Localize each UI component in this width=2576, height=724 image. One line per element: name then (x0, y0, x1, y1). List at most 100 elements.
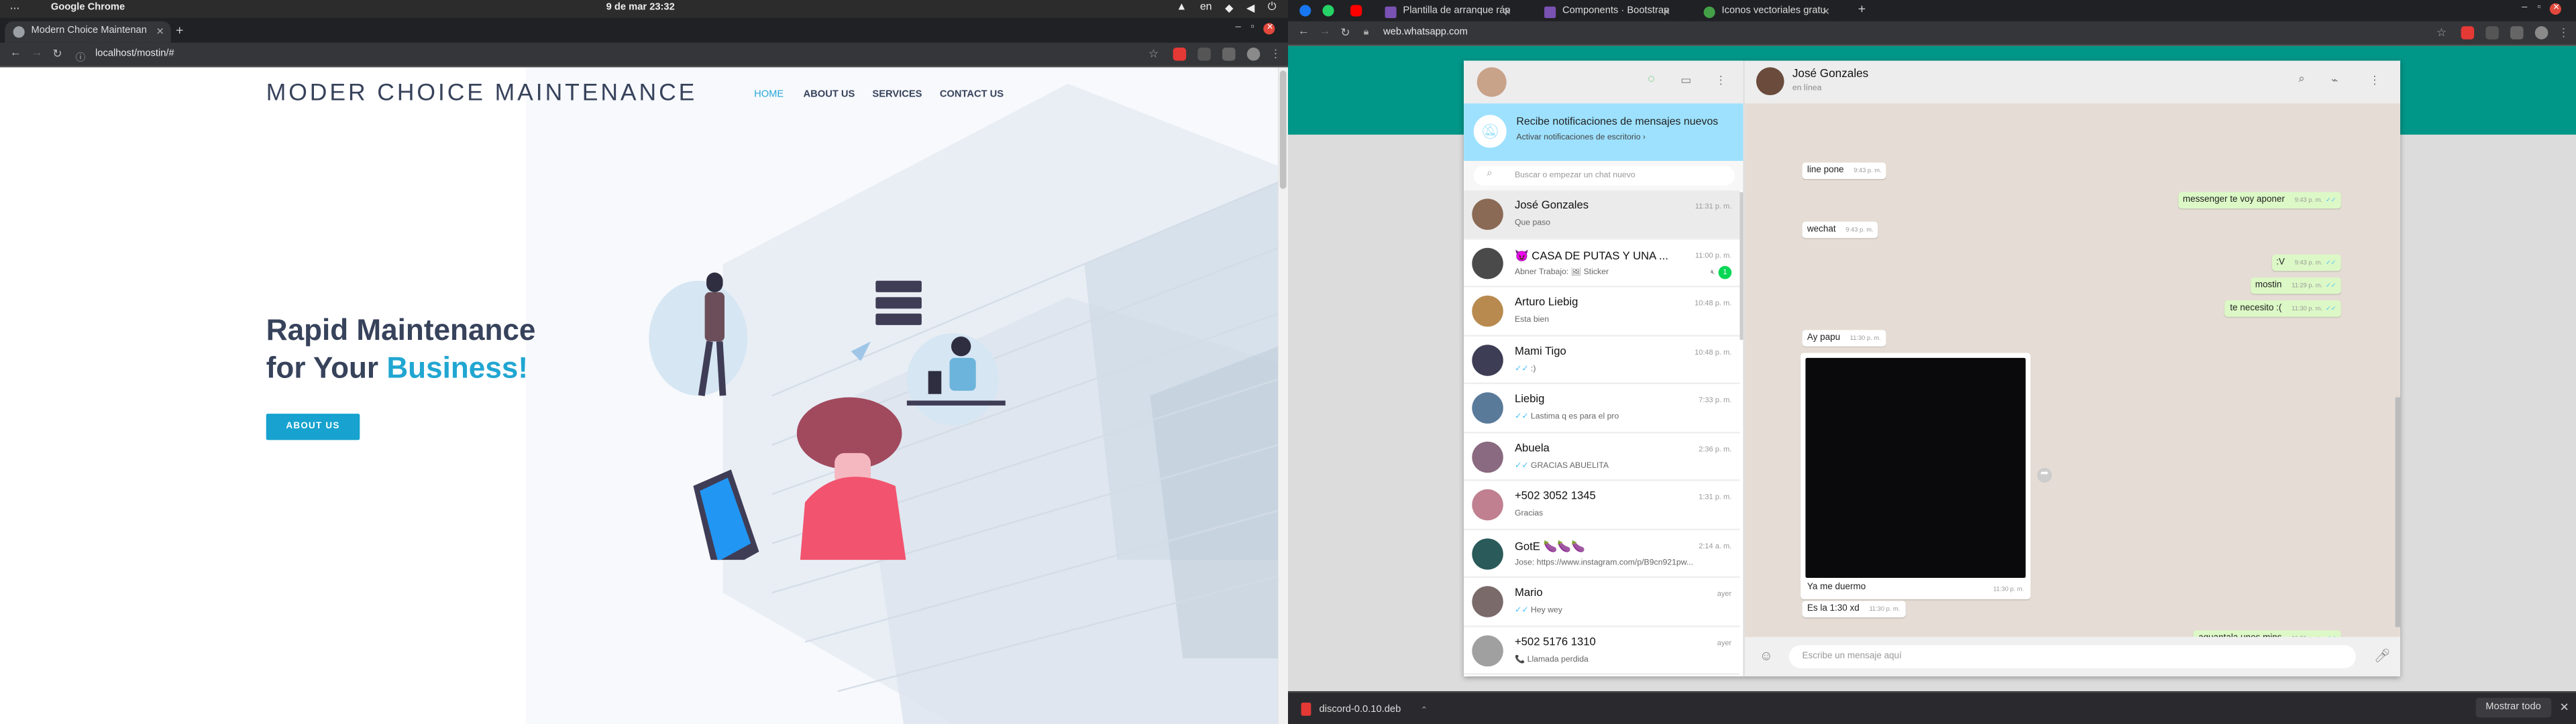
menu-dots-icon[interactable]: ⋮ (2369, 74, 2380, 87)
kebab-menu-icon[interactable]: ⋮ (1270, 48, 1281, 60)
power-icon[interactable]: ⏻ (1268, 1, 1277, 15)
incoming-message[interactable]: Ay papu 11:30 p. m. (1802, 330, 1886, 347)
conversation-header[interactable]: José Gonzales en línea ⌕ ⌁ ⋮ (1744, 60, 2400, 104)
close-tab-icon[interactable]: ✕ (1503, 7, 1511, 18)
minimize-icon[interactable]: – (2522, 3, 2527, 15)
chat-item[interactable]: +502 3052 1345 1:31 p. m. Gracias (1464, 481, 1740, 530)
chat-avatar[interactable] (1472, 247, 1503, 279)
chat-item[interactable]: José Gonzales 11:31 p. m. Que paso (1464, 190, 1740, 239)
chat-item[interactable]: GotE 🍆🍆🍆 2:14 a. m. Jose: https://www.inst… (1464, 529, 1740, 579)
url-text[interactable]: web.whatsapp.com (1383, 28, 1468, 38)
maximize-icon[interactable]: ▫ (2537, 3, 2540, 15)
contact-name[interactable]: José Gonzales (1792, 69, 1868, 80)
chat-avatar[interactable] (1472, 392, 1503, 424)
tab-iconos-vectoriales[interactable]: Iconos vectoriales gratu ✕ (1695, 1, 1837, 21)
menu-dots-icon[interactable]: ⋮ (1715, 74, 1727, 87)
close-tab-icon[interactable]: ✕ (1662, 7, 1670, 18)
extension-icon-3[interactable] (1222, 48, 1236, 61)
outgoing-message[interactable]: messenger te voy aponer 9:43 p. m. ✓✓ (2178, 192, 2341, 209)
chat-item[interactable]: Liebig 7:33 p. m. ✓✓ Lastima q es para el … (1464, 384, 1740, 433)
outgoing-message[interactable]: mostin 11:29 p. m. ✓✓ (2250, 277, 2341, 294)
close-window-icon[interactable]: ✕ (2551, 3, 2563, 15)
active-app-name[interactable]: Google Chrome (51, 3, 125, 13)
back-icon[interactable]: ← (1298, 26, 1309, 38)
notification-banner[interactable]: 🔕︎ Recibe notificaciones de mensajes nue… (1464, 103, 1743, 161)
minimize-icon[interactable]: – (1236, 23, 1241, 34)
about-us-button[interactable]: ABOUT US (266, 414, 360, 440)
pinned-tab-youtube-icon[interactable] (1350, 5, 1362, 17)
url-text[interactable]: localhost/mostin/# (95, 49, 174, 59)
outgoing-message[interactable]: :V 9:43 p. m. ✓✓ (2271, 254, 2341, 272)
tab-components-bootstrap[interactable]: Components · Bootstrap ✕ (1536, 1, 1678, 21)
accessibility-icon[interactable]: ▲ (1176, 1, 1187, 15)
close-tab-icon[interactable]: ✕ (156, 26, 164, 38)
address-bar[interactable]: ⓘ localhost/mostin/# (72, 46, 1140, 64)
system-clock[interactable]: 9 de mar 23:32 (606, 3, 675, 13)
search-input[interactable]: ⌕ Buscar o empezar un chat nuevo (1473, 166, 1735, 186)
profile-avatar[interactable] (2534, 26, 2548, 40)
reload-icon[interactable]: ↻ (1340, 26, 1350, 40)
extension-icon-2[interactable] (1197, 48, 1211, 61)
forward-icon[interactable]: → (32, 48, 43, 59)
reload-icon[interactable]: ↻ (52, 48, 62, 60)
scrollbar-thumb[interactable] (1279, 70, 1287, 189)
chat-item[interactable]: Mario ayer ✓✓ Hey wey (1464, 578, 1740, 627)
dark-photo[interactable] (1805, 357, 2026, 579)
chat-item[interactable]: 😈 CASA DE PUTAS Y UNA ... 11:00 p. m. Abne… (1464, 239, 1740, 288)
chat-item[interactable]: Abuela 2:36 p. m. ✓✓ GRACIAS ABUELITA (1464, 432, 1740, 481)
chat-item[interactable]: Arturo Liebig 10:48 p. m. Esta bien (1464, 287, 1740, 336)
chat-avatar[interactable] (1472, 344, 1503, 375)
incoming-message[interactable]: line pone 9:43 p. m. (1802, 162, 1886, 179)
kebab-menu-icon[interactable]: ⋮ (2558, 26, 2569, 40)
download-item[interactable]: discord-0.0.10.deb ⌃ (1301, 703, 1428, 716)
outgoing-message[interactable]: te necesito :(11:30 p. m. ✓✓ (2224, 300, 2341, 317)
incoming-message[interactable]: wechat 9:43 p. m. (1802, 221, 1878, 239)
activities-button[interactable]: ⋯ (10, 3, 20, 15)
back-icon[interactable]: ← (10, 48, 21, 59)
new-tab-icon[interactable]: + (1858, 1, 1866, 16)
maximize-icon[interactable]: ▫ (1251, 23, 1254, 34)
nav-about-us[interactable]: ABOUT US (804, 90, 855, 101)
chat-item[interactable]: Mami Tigo 10:48 p. m. ✓✓ :) (1464, 335, 1740, 385)
extension-icon-1[interactable] (2461, 26, 2475, 40)
chat-avatar[interactable] (1472, 489, 1503, 521)
left-page-scrollbar[interactable] (1278, 67, 1288, 724)
language-indicator[interactable]: en (1200, 1, 1212, 15)
chevron-up-icon[interactable]: ⌃ (1421, 705, 1428, 715)
contact-avatar[interactable] (1756, 67, 1784, 96)
tab-moder-choice[interactable]: Modern Choice Maintenan ✕ (5, 21, 171, 43)
extension-icon-1[interactable] (1173, 48, 1187, 61)
close-download-bar-icon[interactable]: ✕ (2560, 701, 2569, 714)
chat-avatar[interactable] (1472, 634, 1503, 666)
microphone-icon[interactable]: 🎤︎ (2374, 648, 2391, 663)
chat-avatar[interactable] (1472, 295, 1503, 327)
emoji-icon[interactable]: ☺ (1760, 648, 1773, 663)
chat-avatar[interactable] (1472, 440, 1503, 473)
info-icon[interactable]: ⓘ (76, 49, 86, 64)
my-avatar[interactable] (1477, 67, 1507, 97)
new-tab-icon[interactable]: + (176, 23, 183, 38)
image-message[interactable]: Ya me duermo 11:30 p. m. (1801, 353, 2031, 599)
chat-avatar[interactable] (1472, 198, 1503, 230)
volume-icon[interactable]: ◀ (1246, 1, 1254, 15)
address-bar[interactable]: 🔒︎ web.whatsapp.com (1360, 25, 2428, 43)
tab-plantilla[interactable]: Plantilla de arranque ráp ✕ (1377, 1, 1518, 21)
extension-icon-2[interactable] (2485, 26, 2499, 40)
chat-list-scrollbar[interactable] (1739, 192, 1743, 340)
enable-notifications-link[interactable]: Activar notificaciones de escritorio › (1516, 133, 1646, 143)
system-tray[interactable]: ▲ en ◆ ◀ ⏻ (1176, 1, 1276, 15)
bookmark-star-icon[interactable]: ☆ (2436, 26, 2447, 40)
network-icon[interactable]: ◆ (1225, 1, 1233, 15)
pinned-tab-facebook-icon[interactable] (1299, 5, 1311, 17)
attach-clip-icon[interactable]: ⌁ (2331, 74, 2338, 87)
message-input[interactable]: Escribe un mensaje aquí (1788, 645, 2356, 668)
profile-avatar[interactable] (1246, 48, 1260, 61)
extension-icon-3[interactable] (2510, 26, 2524, 40)
bookmark-star-icon[interactable]: ☆ (1148, 48, 1159, 60)
conversation-scrollbar[interactable] (2395, 397, 2400, 627)
download-filename[interactable]: discord-0.0.10.deb (1320, 705, 1401, 715)
new-chat-icon[interactable]: ▭ (1680, 74, 1691, 87)
nav-home[interactable]: HOME (754, 90, 784, 101)
nav-services[interactable]: SERVICES (872, 90, 922, 101)
chat-avatar[interactable] (1472, 538, 1503, 569)
